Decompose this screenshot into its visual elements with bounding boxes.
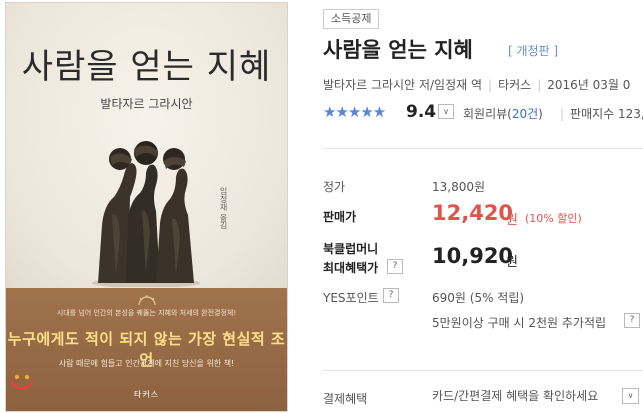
review-close: ) [538,107,543,121]
list-price-label: 정가 [323,180,346,194]
meta-separator: | [537,78,542,92]
max-benefit-value: 10,920 [432,244,514,268]
cover-sun-motif-icon [138,295,156,306]
rating-score: 9.4 [406,102,437,122]
sales-index-label: 판매지수 123,6 [570,107,643,121]
member-review-link[interactable]: 회원리뷰(20건) [463,105,543,122]
extra-point-value: 5만원이상 구매 시 2천원 추가적립 [432,316,607,330]
cover-band-tagline: 시대를 넘어 인간의 본성을 꿰뚫는 지혜와 처세의 완전결정체! [56,309,237,317]
payment-benefit-label: 결제혜택 [323,392,368,406]
cover-title: 사람을 얻는 지혜 [21,47,272,87]
bookclub-money-label: 북클럽머니 [323,242,379,256]
divider [323,370,643,371]
discount-rate: (10% 할인) [525,212,582,225]
smiley-icon [10,374,34,390]
cover-publisher: 타커스 [133,390,160,399]
max-benefit-unit: 원 [506,255,518,270]
chevron-down-icon[interactable]: ∨ [622,388,639,404]
payment-benefit-select[interactable]: 카드/간편결제 혜택을 확인하세요 ∨ [432,387,643,407]
payment-benefit-text: 카드/간편결제 혜택을 확인하세요 [432,389,599,403]
meta-separator: | [488,78,493,92]
sale-price-unit: 원 [506,213,518,228]
divider [323,148,643,149]
product-title: 사람을 얻는 지혜 [323,38,473,62]
cover-sculpture-illustration [92,141,200,287]
max-benefit-label: 최대혜택가 [323,261,379,275]
publish-date: 2016년 03월 0 [547,78,631,92]
edition-label: [ 개정판 ] [508,44,559,58]
yes-point-label: YES포인트 [323,291,379,305]
product-meta: 발타자르 그라시안 저/임정재 역 | 타커스 | 2016년 03월 0 [323,76,630,93]
sales-index: | 판매지수 123,6 [560,105,643,122]
publisher-link[interactable]: 타커스 [498,78,531,92]
cover-band-subline: 사람 때문에 힘들고 인간관계에 지친 당신을 위한 책! [58,359,235,368]
sale-price-value: 12,420 [432,201,514,225]
meta-separator: | [560,107,565,121]
rating-dropdown-button[interactable]: ∨ [438,104,454,119]
sale-price-label: 판매가 [323,210,357,224]
review-count: 20건 [511,107,539,121]
book-cover-image[interactable]: 사람을 얻는 지혜 발타자르 그라시안 임정재 옮김 시대를 넘어 인간의 본성… [5,2,288,412]
author-link[interactable]: 발타자르 그라시안 저/임정재 역 [323,78,482,92]
cover-author: 발타자르 그라시안 [100,97,193,111]
benefit-help-button[interactable]: ? [387,259,403,274]
review-label: 회원리뷰( [463,107,512,121]
extra-point-help-button[interactable]: ? [624,313,640,328]
cover-translator-vertical: 임정재 옮김 [219,187,228,230]
yes-point-help-button[interactable]: ? [383,288,399,303]
yes-point-value: 690원 (5% 적립) [432,291,525,305]
list-price-value: 13,800원 [432,180,486,194]
category-badge: 소득공제 [323,9,380,29]
rating-stars-icon: ★★★★★ [323,103,386,121]
